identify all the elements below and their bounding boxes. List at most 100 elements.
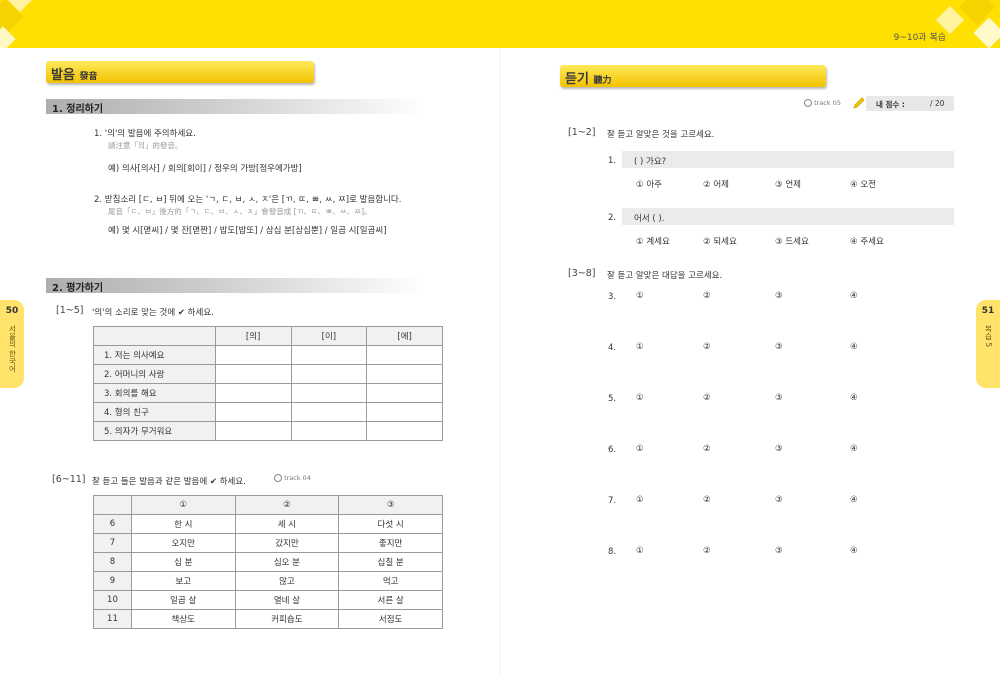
item-number: 3. — [608, 292, 617, 302]
check-cell[interactable] — [214, 421, 292, 441]
option[interactable]: ① — [636, 291, 644, 301]
option[interactable]: ① — [636, 393, 644, 403]
table-header — [93, 326, 216, 346]
header-band — [0, 0, 1000, 48]
rule2-text: 2. 받침소리 [ㄷ, ㅂ] 뒤에 오는 'ㄱ, ㄷ, ㅂ, ㅅ, ㅈ'은 [ㄲ… — [94, 195, 402, 205]
choice-cell[interactable]: 서른 살 — [338, 590, 443, 610]
option[interactable]: ③ 드세요 — [775, 235, 809, 247]
check-cell[interactable] — [290, 402, 368, 422]
check-cell[interactable] — [214, 383, 292, 403]
choice-cell[interactable]: 책상도 — [130, 609, 236, 629]
choice-cell[interactable]: 않고 — [234, 571, 340, 591]
item-prompt-row: 어서 ( ). — [622, 208, 954, 225]
option[interactable]: ③ — [775, 291, 783, 301]
check-cell[interactable] — [214, 402, 292, 422]
option[interactable]: ④ — [850, 342, 858, 352]
option[interactable]: ① — [636, 495, 644, 505]
option[interactable]: ③ — [775, 342, 783, 352]
choice-cell[interactable]: 십오 분 — [234, 552, 340, 572]
option[interactable]: ① 계세요 — [636, 235, 670, 247]
table-row: 9 보고 않고 먹고 — [93, 571, 443, 591]
check-cell[interactable] — [290, 345, 368, 365]
check-cell[interactable] — [290, 421, 368, 441]
option[interactable]: ② — [703, 342, 711, 352]
check-cell[interactable] — [366, 421, 443, 441]
choice-cell[interactable]: 한 시 — [130, 514, 236, 534]
choice-cell[interactable]: 일곱 살 — [130, 590, 236, 610]
question-cell: 5. 의자가 무거워요 — [93, 421, 216, 441]
choice-cell[interactable]: 보고 — [130, 571, 236, 591]
page-number: 50 — [5, 306, 19, 316]
headphone-icon — [274, 474, 282, 482]
option[interactable]: ③ 언제 — [775, 178, 801, 190]
q1-5-instruction: '의'의 소리로 맞는 것에 ✔ 하세요. — [92, 308, 214, 318]
option[interactable]: ③ — [775, 546, 783, 556]
side-tab-text: 서울의 한국어 — [8, 325, 17, 373]
option[interactable]: ① — [636, 546, 644, 556]
table-row: 8 십 분 십오 분 십칠 분 — [93, 552, 443, 572]
table-row: 11 책상도 커피숍도 서점도 — [93, 609, 443, 629]
row-number: 10 — [93, 590, 132, 610]
choice-cell[interactable]: 세 시 — [234, 514, 340, 534]
option[interactable]: ③ — [775, 495, 783, 505]
check-cell[interactable] — [290, 364, 368, 384]
pencil-icon — [852, 96, 866, 110]
option[interactable]: ④ — [850, 444, 858, 454]
choice-cell[interactable]: 커피숍도 — [234, 609, 340, 629]
check-cell[interactable] — [366, 383, 443, 403]
item-number: 5. — [608, 394, 617, 404]
check-cell[interactable] — [366, 364, 443, 384]
check-cell[interactable] — [214, 364, 292, 384]
section-title: 발음 — [51, 68, 75, 83]
item-number: 8. — [608, 547, 617, 557]
item-number: 4. — [608, 343, 617, 353]
table-header: ① — [130, 495, 236, 515]
table-header: ③ — [338, 495, 443, 515]
choice-cell[interactable]: 십칠 분 — [338, 552, 443, 572]
side-tab-left: 50 서울의 한국어 — [0, 300, 24, 388]
sub-bar-evaluation: 2. 평가하기 — [46, 278, 426, 294]
option[interactable]: ④ — [850, 546, 858, 556]
choice-cell[interactable]: 십 분 — [130, 552, 236, 572]
option[interactable]: ④ — [850, 291, 858, 301]
choice-cell[interactable]: 다섯 시 — [338, 514, 443, 534]
item-prompt-row: ( ) 가요? — [622, 151, 954, 168]
option[interactable]: ② — [703, 393, 711, 403]
option[interactable]: ④ 주세요 — [850, 235, 884, 247]
option[interactable]: ② — [703, 495, 711, 505]
check-cell[interactable] — [290, 383, 368, 403]
check-cell[interactable] — [214, 345, 292, 365]
row-number: 6 — [93, 514, 132, 534]
option[interactable]: ② — [703, 546, 711, 556]
option[interactable]: ④ — [850, 495, 858, 505]
option[interactable]: ① — [636, 444, 644, 454]
choice-cell[interactable]: 오지만 — [130, 533, 236, 553]
option[interactable]: ① 아주 — [636, 178, 662, 190]
option[interactable]: ② — [703, 291, 711, 301]
option[interactable]: ② 어제 — [703, 178, 729, 190]
track-05[interactable]: track 05 — [804, 99, 841, 107]
choice-cell[interactable]: 갔지만 — [234, 533, 340, 553]
score-total: / 20 — [930, 99, 945, 108]
option[interactable]: ② — [703, 444, 711, 454]
section-bar-listening: 듣기 聽力 — [560, 65, 826, 87]
check-cell[interactable] — [366, 345, 443, 365]
sub-title-summary: 1. 정리하기 — [52, 104, 104, 115]
option[interactable]: ② 되세요 — [703, 235, 737, 247]
question-cell: 2. 어머니의 사랑 — [93, 364, 216, 384]
q1-5-range: [1~5] — [56, 305, 84, 316]
choice-cell[interactable]: 열네 살 — [234, 590, 340, 610]
option[interactable]: ③ — [775, 393, 783, 403]
choice-cell[interactable]: 먹고 — [338, 571, 443, 591]
option[interactable]: ③ — [775, 444, 783, 454]
choice-cell[interactable]: 좋지만 — [338, 533, 443, 553]
choice-cell[interactable]: 서점도 — [338, 609, 443, 629]
table-header: [에] — [366, 326, 443, 346]
option[interactable]: ④ — [850, 393, 858, 403]
check-cell[interactable] — [366, 402, 443, 422]
option[interactable]: ④ 오전 — [850, 178, 876, 190]
table-row: 10 일곱 살 열네 살 서른 살 — [93, 590, 443, 610]
side-tab-text: 복습 5 — [984, 325, 993, 348]
option[interactable]: ① — [636, 342, 644, 352]
track-04[interactable]: track 04 — [274, 474, 311, 482]
